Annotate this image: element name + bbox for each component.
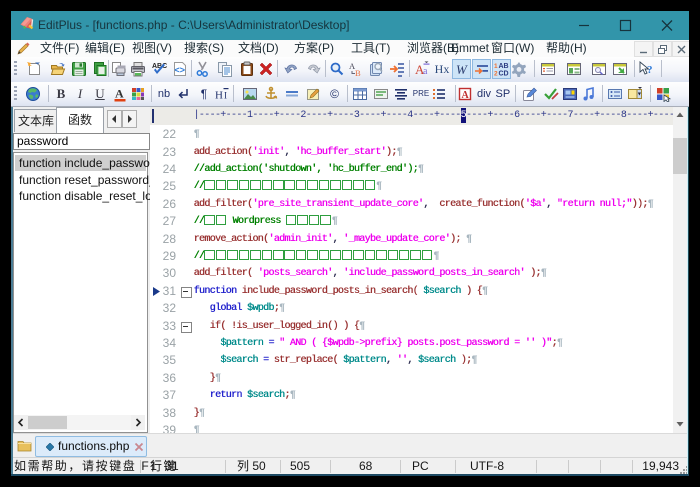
svg-text:AB: AB (499, 63, 509, 70)
svg-text:I: I (224, 91, 227, 101)
svg-text:?: ? (647, 64, 653, 76)
svg-text:A: A (462, 90, 470, 101)
svg-text:a: a (423, 66, 428, 77)
svg-text:W: W (456, 62, 468, 77)
svg-text:H: H (215, 90, 223, 102)
svg-text:2: 2 (494, 71, 498, 78)
svg-text:A: A (115, 87, 124, 101)
svg-text:B: B (355, 68, 361, 77)
svg-text:CD: CD (499, 71, 509, 78)
svg-text:1: 1 (494, 63, 498, 70)
svg-text:<>: <> (174, 65, 185, 75)
